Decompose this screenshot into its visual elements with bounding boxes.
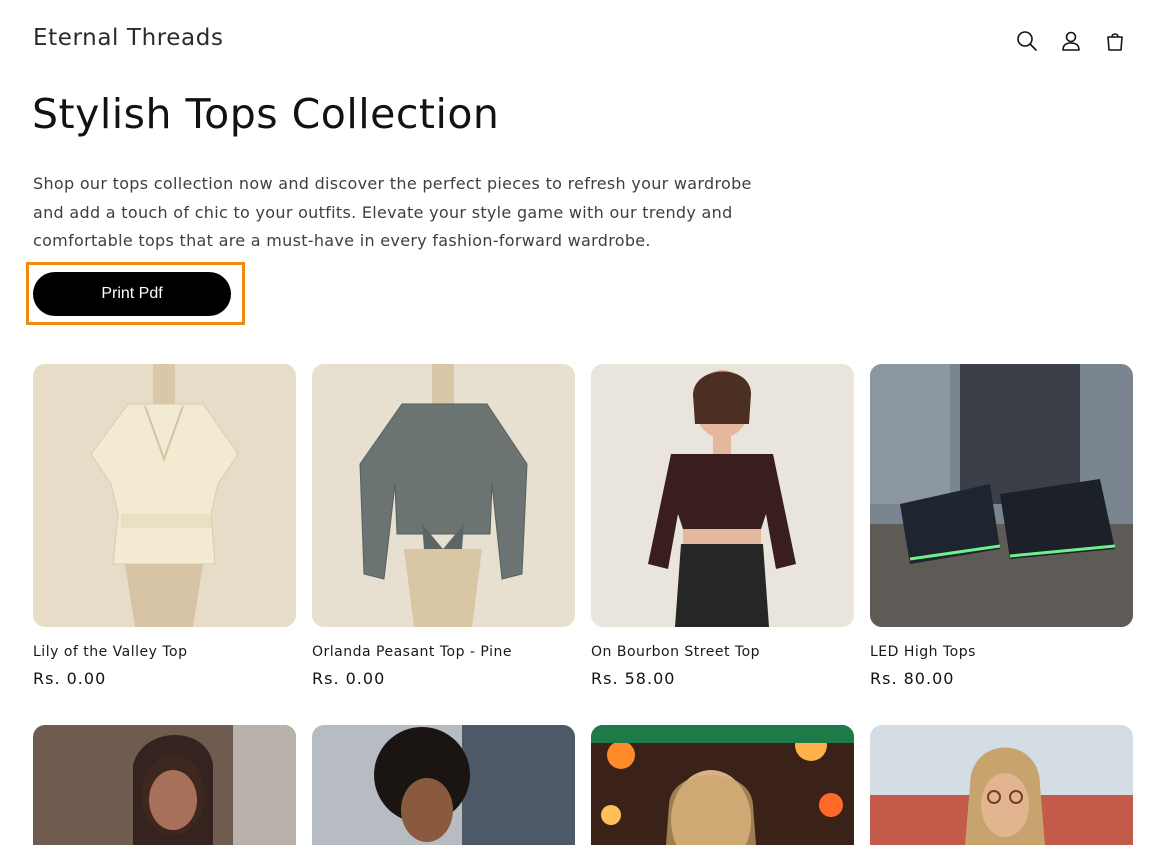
product-image[interactable] — [870, 364, 1133, 627]
product-image[interactable] — [33, 364, 296, 627]
product-name[interactable]: LED High Tops — [870, 644, 976, 660]
product-price: Rs. 0.00 — [33, 669, 107, 688]
product-image[interactable] — [312, 364, 575, 627]
product-image[interactable] — [870, 725, 1133, 845]
product-card[interactable]: On Bourbon Street Top Rs. 58.00 — [591, 364, 854, 688]
product-card[interactable]: Lily of the Valley Top Rs. 0.00 — [33, 364, 296, 688]
product-card[interactable] — [591, 725, 854, 845]
product-card[interactable] — [870, 725, 1133, 845]
product-price: Rs. 0.00 — [312, 669, 386, 688]
account-icon[interactable] — [1056, 26, 1086, 56]
cart-icon[interactable] — [1100, 26, 1130, 56]
product-price: Rs. 58.00 — [591, 669, 676, 688]
site-header: Eternal Threads — [0, 0, 1166, 82]
product-name[interactable]: Orlanda Peasant Top - Pine — [312, 644, 512, 660]
product-card[interactable]: LED High Tops Rs. 80.00 — [870, 364, 1133, 688]
collection-title: Stylish Tops Collection — [32, 90, 500, 138]
product-card[interactable] — [33, 725, 296, 845]
product-card[interactable] — [312, 725, 575, 845]
print-pdf-button[interactable]: Print Pdf — [33, 272, 231, 316]
collection-description: Shop our tops collection now and discove… — [33, 174, 752, 251]
product-image[interactable] — [312, 725, 575, 845]
product-name[interactable]: On Bourbon Street Top — [591, 644, 760, 660]
product-price: Rs. 80.00 — [870, 669, 955, 688]
brand-logo[interactable]: Eternal Threads — [33, 25, 224, 51]
product-card[interactable]: Orlanda Peasant Top - Pine Rs. 0.00 — [312, 364, 575, 688]
product-image[interactable] — [33, 725, 296, 845]
product-image[interactable] — [591, 364, 854, 627]
search-icon[interactable] — [1012, 26, 1042, 56]
product-image[interactable] — [591, 725, 854, 845]
product-name[interactable]: Lily of the Valley Top — [33, 644, 188, 660]
